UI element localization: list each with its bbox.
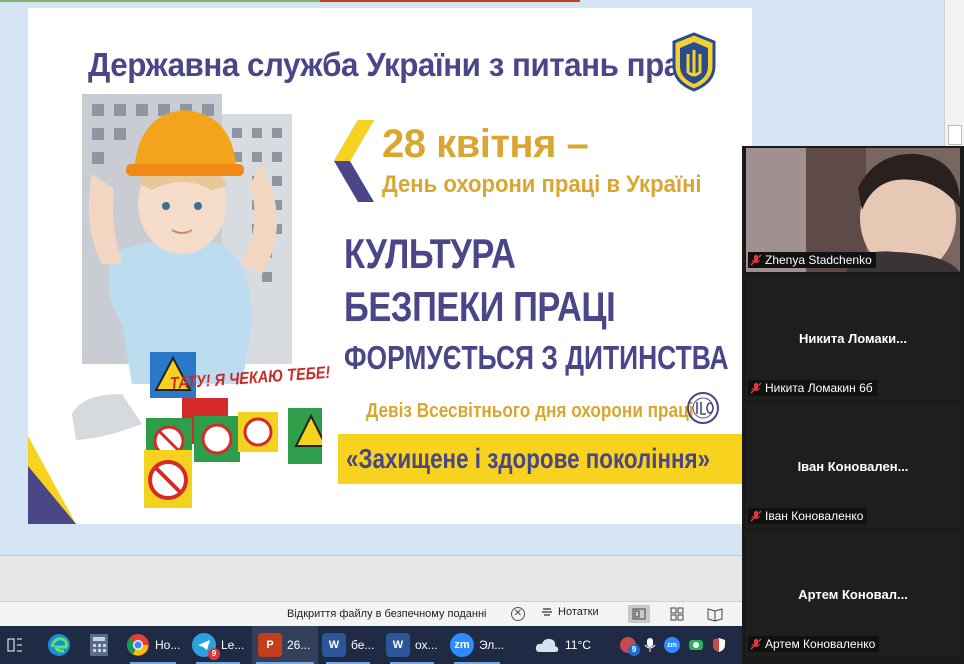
- slide-canvas[interactable]: Державна служба України з питань праці 2…: [28, 8, 752, 524]
- taskbar-item-telegram[interactable]: 9 Le...: [192, 626, 244, 664]
- camera-tray-icon[interactable]: [688, 637, 704, 653]
- date-heading: 28 квітня –: [382, 122, 589, 166]
- participant-tile-2[interactable]: Никита Ломаки... Никита Ломакин 6б: [746, 276, 960, 400]
- agency-title: Державна служба України з питань праці: [88, 46, 708, 83]
- notes-pane[interactable]: [0, 555, 742, 601]
- edge-button[interactable]: [46, 626, 72, 664]
- child-in-hardhat-illustration: [72, 94, 322, 508]
- reading-view-icon[interactable]: [704, 605, 726, 623]
- tray-app-icon[interactable]: 9: [620, 637, 640, 656]
- taskbar-item-label: бе...: [351, 638, 375, 652]
- taskbar-item-word-1[interactable]: W бе...: [322, 626, 374, 664]
- zoom-gallery-panel: Zhenya Stadchenko Никита Ломаки... Никит…: [742, 146, 964, 664]
- windows-taskbar: Но... 9 Le... P 26... W бе... W ох... zm…: [0, 626, 742, 664]
- status-bar: Відкриття файлу в безпечному поданні ✕ Н…: [0, 601, 742, 626]
- taskbar-item-label: Но...: [155, 638, 181, 652]
- taskbar-item-label: ох...: [415, 638, 438, 652]
- weather-temperature: 11°C: [565, 638, 591, 652]
- zoom-tray-icon[interactable]: zm: [664, 637, 680, 653]
- calculator-button[interactable]: [88, 626, 110, 664]
- muted-mic-icon: [750, 638, 762, 650]
- notes-label: Нотатки: [558, 606, 599, 618]
- participant-name: Іван Коноваленко: [765, 509, 864, 523]
- participant-name: Никита Ломакин 6б: [765, 381, 873, 395]
- ilo-logo-icon: [687, 392, 719, 424]
- taskbar-item-label: Эл...: [479, 638, 505, 652]
- tray-badge: 9: [628, 644, 640, 656]
- participant-tile-3[interactable]: Іван Коновален... Іван Коноваленко: [746, 404, 960, 528]
- task-view-button[interactable]: [6, 626, 24, 664]
- taskbar-item-label: Le...: [221, 638, 245, 652]
- microphone-icon[interactable]: [644, 637, 656, 653]
- participant-name-tag: Іван Коноваленко: [748, 508, 868, 524]
- motto-line: Девіз Всесвітнього дня охорони праці: [366, 400, 694, 422]
- zoom-icon: zm: [450, 633, 474, 657]
- notes-icon: [542, 608, 552, 616]
- participant-display-name: Артем Коновал...: [798, 587, 908, 602]
- weather-widget[interactable]: 11°C: [534, 626, 591, 664]
- calculator-icon: [90, 634, 108, 656]
- ribbon-edge-green: [0, 0, 320, 2]
- system-tray[interactable]: 9 zm: [620, 626, 726, 664]
- state-service-emblem-icon: [672, 32, 716, 92]
- task-view-icon: [7, 638, 22, 652]
- scrollbar-thumb[interactable]: [948, 125, 962, 145]
- participant-name-tag: Zhenya Stadchenko: [748, 252, 876, 268]
- taskbar-item-powerpoint[interactable]: P 26...: [252, 626, 318, 664]
- chrome-icon: [127, 634, 149, 656]
- childhood-line: ФОРМУЄТЬСЯ З ДИТИНСТВА: [344, 339, 729, 376]
- protected-view-message: Відкриття файлу в безпечному поданні: [287, 608, 487, 620]
- participant-name: Артем Коноваленко: [765, 637, 876, 651]
- chevron-decoration: [334, 120, 374, 202]
- taskbar-item-chrome[interactable]: Но...: [126, 626, 180, 664]
- culture-line-2: БЕЗПЕКИ ПРАЦІ: [344, 283, 616, 330]
- word-icon: W: [322, 633, 346, 657]
- muted-mic-icon: [750, 382, 762, 394]
- normal-view-icon[interactable]: [628, 605, 650, 623]
- culture-line-1: КУЛЬТУРА: [344, 230, 516, 277]
- participant-display-name: Никита Ломаки...: [799, 331, 907, 346]
- close-protected-view-icon[interactable]: ✕: [511, 607, 525, 621]
- taskbar-item-word-2[interactable]: W ох...: [386, 626, 438, 664]
- day-subheading: День охорони праці в Україні: [382, 171, 702, 198]
- powerpoint-icon: P: [258, 633, 282, 657]
- security-shield-icon[interactable]: [712, 637, 726, 653]
- taskbar-item-label: 26...: [287, 638, 311, 652]
- participant-tile-4[interactable]: Артем Коновал... Артем Коноваленко: [746, 532, 960, 656]
- notes-button[interactable]: Нотатки: [541, 606, 599, 618]
- telegram-icon: 9: [192, 633, 220, 660]
- slide-sorter-icon[interactable]: [666, 605, 688, 623]
- taskbar-item-zoom[interactable]: zm Эл...: [450, 626, 504, 664]
- participant-name: Zhenya Stadchenko: [765, 253, 872, 267]
- slogan-text: «Захищене і здорове покоління»: [346, 443, 711, 474]
- participant-name-tag: Артем Коноваленко: [748, 636, 880, 652]
- word-icon: W: [386, 633, 410, 657]
- participant-display-name: Іван Коновален...: [797, 459, 909, 474]
- cloud-icon: [535, 638, 559, 652]
- edge-icon: [48, 634, 70, 656]
- muted-mic-icon: [750, 254, 762, 266]
- unread-badge: 9: [208, 648, 220, 660]
- muted-mic-icon: [750, 510, 762, 522]
- participant-tile-1[interactable]: Zhenya Stadchenko: [746, 148, 960, 272]
- ribbon-edge-red: [320, 0, 580, 2]
- participant-name-tag: Никита Ломакин 6б: [748, 380, 877, 396]
